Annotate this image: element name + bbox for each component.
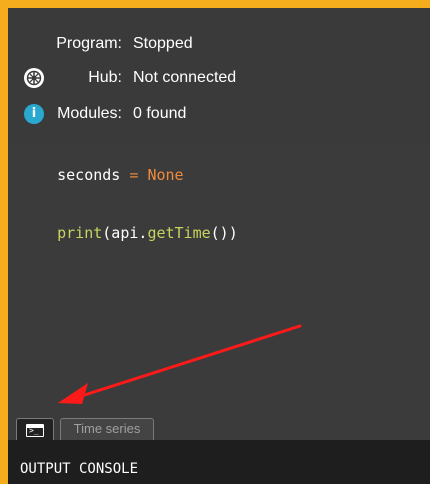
code-token: = [120, 166, 148, 184]
modules-value: 0 found [133, 105, 187, 122]
code-line-1[interactable]: seconds = None [21, 148, 184, 202]
console-icon: >_ [26, 424, 44, 437]
code-token: print [57, 224, 103, 242]
left-border [0, 0, 8, 484]
hub-value: Not connected [133, 69, 237, 86]
code-token: (api. [102, 224, 148, 242]
hub-label: Hub: [88, 69, 122, 86]
program-status-row: Program: Stopped [8, 30, 430, 58]
code-line-2[interactable]: print(api.getTime()) [21, 206, 238, 260]
code-editor[interactable]: seconds = None print(api.getTime()) [8, 144, 430, 414]
program-value: Stopped [133, 35, 193, 52]
code-token: ()) [210, 224, 238, 242]
console-tab[interactable]: >_ [16, 418, 54, 440]
code-token: seconds [57, 166, 121, 184]
modules-status-row: i Modules: 0 found [8, 100, 430, 128]
code-token: None [147, 166, 184, 184]
program-label: Program: [56, 35, 122, 52]
top-border [0, 0, 430, 8]
output-console-title: OUTPUT CONSOLE [20, 461, 139, 477]
output-tab-bar: >_ Time series [8, 414, 430, 440]
output-console-panel: OUTPUT CONSOLE [8, 440, 430, 484]
status-panel: Program: Stopped Hub: Not connected i Mo… [8, 8, 430, 144]
time-series-tab[interactable]: Time series [60, 418, 154, 440]
hub-status-row: Hub: Not connected [8, 64, 430, 92]
modules-label: Modules: [57, 105, 122, 122]
code-token: getTime [147, 224, 211, 242]
